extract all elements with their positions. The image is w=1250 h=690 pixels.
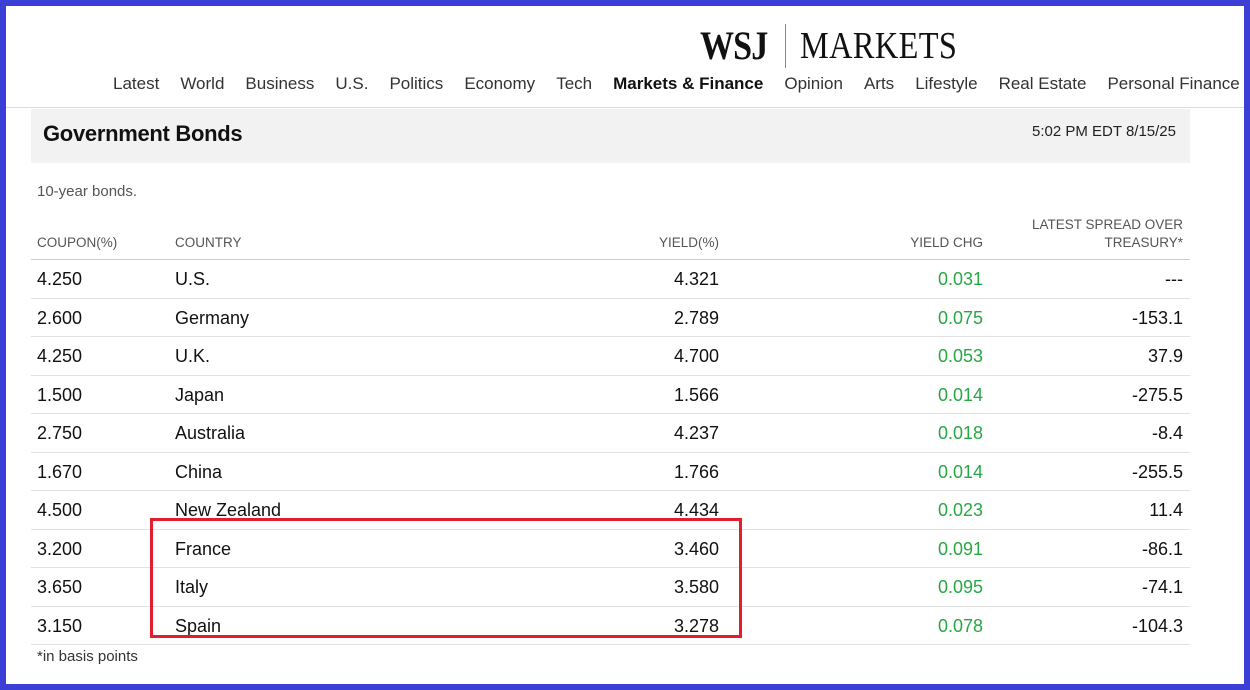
cell-yield: 4.321 — [673, 269, 719, 289]
panel-header: Government Bonds 5:02 PM EDT 8/15/25 — [31, 109, 1190, 163]
markets-wordmark: MARKETS — [800, 24, 958, 67]
cell-yield-change: 0.031 — [937, 269, 983, 289]
nav-item-arts[interactable]: Arts — [864, 74, 894, 93]
cell-yield: 3.460 — [673, 538, 719, 559]
cell-yield-change: 0.014 — [937, 461, 983, 482]
nav-item-world[interactable]: World — [180, 74, 224, 93]
cell-coupon: 4.250 — [37, 346, 83, 366]
cell-spread: 11.4 — [1149, 500, 1183, 520]
cell-spread: -104.3 — [1131, 615, 1183, 636]
nav-item-opinion[interactable]: Opinion — [784, 74, 843, 93]
spread-header-line1: LATEST SPREAD OVER — [1031, 217, 1183, 232]
cell-country: U.S. — [175, 269, 211, 289]
cell-yield-change: 0.053 — [937, 346, 983, 366]
cell-yield: 4.434 — [673, 500, 719, 520]
cell-spread: -74.1 — [1141, 577, 1183, 597]
cell-coupon: 3.200 — [37, 538, 83, 559]
cell-yield: 1.566 — [673, 384, 719, 405]
cell-yield-change: 0.075 — [937, 307, 983, 328]
cell-country: Spain — [175, 615, 222, 636]
nav-item-u-s[interactable]: U.S. — [335, 74, 368, 93]
cell-country: New Zealand — [175, 500, 282, 520]
cell-country: Germany — [175, 307, 250, 328]
column-header-yield: YIELD(%) — [658, 235, 719, 250]
cell-spread: -86.1 — [1141, 538, 1183, 559]
cell-yield-change: 0.078 — [937, 615, 983, 636]
wsj-wordmark: WSJ — [700, 23, 768, 68]
column-header-country: COUNTRY — [175, 235, 242, 250]
cell-spread: -153.1 — [1131, 307, 1183, 328]
logo-divider — [785, 23, 787, 68]
table-header: COUPON(%) COUNTRY YIELD(%) YIELD CHG LAT… — [31, 216, 1190, 260]
nav-item-tech[interactable]: Tech — [556, 74, 592, 93]
table-subtitle: 10-year bonds. — [37, 183, 138, 200]
table-row: 1.500 Japan 1.566 0.014 -275.5 — [31, 376, 1190, 414]
cell-country: Italy — [175, 577, 209, 597]
column-header-yield-change: YIELD CHG — [910, 235, 983, 250]
cell-yield-change: 0.091 — [937, 538, 983, 559]
cell-yield-change: 0.023 — [937, 500, 983, 520]
table-row: 3.200 France 3.460 0.091 -86.1 — [31, 530, 1190, 568]
nav-item-lifestyle[interactable]: Lifestyle — [915, 74, 977, 93]
table-row: 2.750 Australia 4.237 0.018 -8.4 — [31, 414, 1190, 453]
cell-yield: 2.789 — [673, 307, 719, 328]
cell-yield: 1.766 — [673, 461, 719, 482]
table-row: 3.650 Italy 3.580 0.095 -74.1 — [31, 568, 1190, 607]
cell-country: U.K. — [175, 346, 211, 366]
cell-yield-change: 0.018 — [937, 423, 983, 443]
table-row: 2.600 Germany 2.789 0.075 -153.1 — [31, 299, 1190, 337]
cell-yield: 4.237 — [673, 423, 719, 443]
cell-coupon: 2.600 — [37, 307, 83, 328]
nav-item-personal-finance[interactable]: Personal Finance — [1107, 74, 1239, 93]
nav-item-politics[interactable]: Politics — [389, 74, 443, 93]
nav-item-real-estate[interactable]: Real Estate — [999, 74, 1087, 93]
cell-yield: 3.278 — [673, 615, 719, 636]
table-body: 4.250 U.S. 4.321 0.031 --- 2.600 Germany 2.789 0… — [31, 260, 1190, 645]
cell-coupon: 4.500 — [37, 500, 83, 520]
cell-yield: 3.580 — [673, 577, 719, 597]
cell-spread: --- — [1165, 269, 1183, 289]
page-title: Government Bonds — [43, 121, 243, 146]
spread-header-line2: TREASURY* — [1104, 235, 1183, 250]
wsj-markets-logo[interactable]: WSJ MARKETS — [700, 22, 985, 69]
nav-item-economy[interactable]: Economy — [464, 74, 535, 93]
cell-country: Australia — [175, 423, 246, 443]
cell-coupon: 4.250 — [37, 269, 83, 289]
cell-country: China — [175, 461, 223, 482]
cell-coupon: 1.500 — [37, 384, 83, 405]
column-header-coupon: COUPON(%) — [37, 235, 118, 250]
cell-spread: -255.5 — [1131, 461, 1183, 482]
cell-country: France — [175, 538, 232, 559]
table-row: 4.250 U.K. 4.700 0.053 37.9 — [31, 337, 1190, 376]
cell-yield: 4.700 — [673, 346, 719, 366]
cell-yield-change: 0.014 — [937, 384, 983, 405]
footnote: *in basis points — [37, 648, 138, 665]
section-nav: Latest World Business U.S. Politics Economy Te… — [113, 74, 1250, 98]
cell-coupon: 2.750 — [37, 423, 83, 443]
table-row: 1.670 China 1.766 0.014 -255.5 — [31, 453, 1190, 491]
last-updated-timestamp: 5:02 PM EDT 8/15/25 — [1032, 123, 1176, 140]
nav-item-business[interactable]: Business — [245, 74, 314, 93]
column-header-spread: LATEST SPREAD OVER TREASURY* — [983, 216, 1183, 252]
cell-country: Japan — [175, 384, 225, 405]
cell-coupon: 3.150 — [37, 615, 83, 636]
nav-item-latest[interactable]: Latest — [113, 74, 159, 93]
cell-spread: -8.4 — [1151, 423, 1183, 443]
table-row: 4.250 U.S. 4.321 0.031 --- — [31, 260, 1190, 299]
table-row: 4.500 New Zealand 4.434 0.023 11.4 — [31, 491, 1190, 530]
bonds-table: COUPON(%) COUNTRY YIELD(%) YIELD CHG LAT… — [31, 216, 1190, 645]
nav-divider — [6, 107, 1244, 108]
cell-coupon: 1.670 — [37, 461, 83, 482]
nav-item-markets-finance[interactable]: Markets & Finance — [613, 74, 763, 93]
cell-spread: 37.9 — [1147, 346, 1183, 366]
cell-coupon: 3.650 — [37, 577, 83, 597]
cell-spread: -275.5 — [1131, 384, 1183, 405]
table-row: 3.150 Spain 3.278 0.078 -104.3 — [31, 607, 1190, 645]
cell-yield-change: 0.095 — [937, 577, 983, 597]
